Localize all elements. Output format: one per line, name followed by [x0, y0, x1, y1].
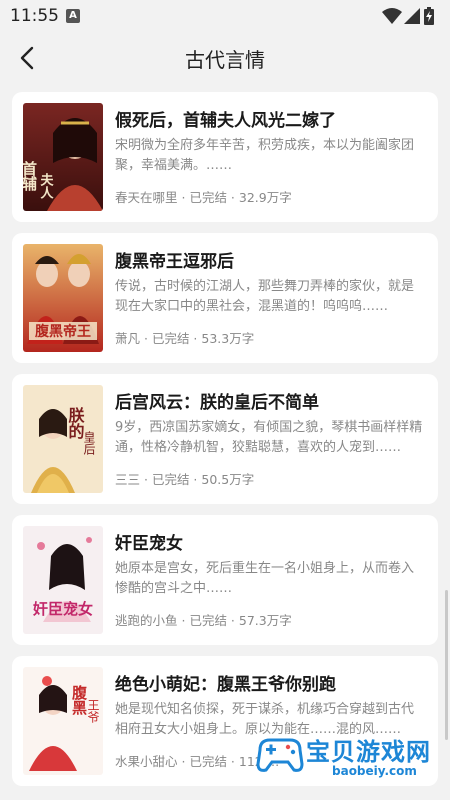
- book-description: 9岁，西凉国苏家嫡女，有倾国之貌，琴棋书画样样精通，性格冷静机智，狡黠聪慧，喜欢…: [115, 420, 423, 455]
- scrollbar[interactable]: [445, 590, 448, 740]
- book-cover: 朕的 皇后: [23, 385, 103, 493]
- book-card[interactable]: 奸臣宠女 奸臣宠女 她原本是宫女，死后重生在一名小姐身上，从而卷入惨酷的宫斗之中…: [12, 515, 438, 645]
- signal-icon: [404, 8, 420, 24]
- svg-text:皇后: 皇后: [82, 431, 96, 455]
- book-word-count: 32.9万字: [238, 190, 292, 205]
- book-author: 萧凡: [115, 331, 141, 346]
- book-meta: 逃跑的小鱼 · 已完结 · 57.3万字: [115, 613, 292, 628]
- watermark-text: 宝贝游戏网: [306, 738, 431, 766]
- book-status: 已完结: [151, 331, 190, 346]
- book-word-count: 53.3万字: [201, 331, 255, 346]
- book-description: 传说，古时候的江湖人，那些舞刀弄棒的家伙，就是现在大家口中的黑社会，混黑道的！呜…: [115, 279, 415, 314]
- book-title: 奸臣宠女: [115, 534, 183, 554]
- wifi-icon: [382, 8, 402, 24]
- book-word-count: 57.3万字: [238, 613, 292, 628]
- nav-bar: 古代言情: [0, 32, 450, 84]
- watermark-url: baobeiy.com: [332, 764, 417, 778]
- book-status: 已完结: [189, 613, 227, 628]
- status-bar: 11:55 A: [0, 0, 450, 32]
- book-cover: 奸臣宠女: [23, 526, 103, 634]
- book-description: 宋明微为全府多年辛苦，积劳成疾，本以为能阖家团聚，幸福美满。……: [115, 138, 415, 173]
- book-word-count: 50.5万字: [201, 472, 255, 487]
- book-title: 假死后，首辅夫人风光二嫁了: [115, 111, 336, 131]
- book-card[interactable]: 朕的 皇后 后宫风云：朕的皇后不简单 9岁，西凉国苏家嫡女，有倾国之貌，琴棋书画…: [12, 374, 438, 504]
- book-description: 她原本是宫女，死后重生在一名小姐身上，从而卷入惨酷的宫斗之中……: [115, 561, 415, 596]
- book-status: 已完结: [151, 472, 190, 487]
- book-meta: 三三 · 已完结 · 50.5万字: [115, 472, 255, 487]
- book-author: 三三: [115, 472, 141, 487]
- book-cover: 腹黑帝王: [23, 244, 103, 352]
- svg-text:夫人: 夫人: [38, 172, 54, 199]
- page-title: 古代言情: [185, 48, 265, 72]
- battery-icon: [424, 7, 434, 25]
- book-author: 春天在哪里: [115, 190, 178, 205]
- book-author: 水果小甜心: [115, 754, 178, 769]
- watermark: 宝贝游戏网 baobeiy.com: [254, 730, 444, 790]
- book-cover: 首辅 夫人: [23, 103, 103, 211]
- svg-text:腹黑帝王: 腹黑帝王: [35, 323, 91, 340]
- book-status: 已完结: [189, 190, 227, 205]
- book-meta: 萧凡 · 已完结 · 53.3万字: [115, 331, 255, 346]
- status-time: 11:55: [10, 6, 59, 26]
- book-card[interactable]: 首辅 夫人 假死后，首辅夫人风光二嫁了 宋明微为全府多年辛苦，积劳成疾，本以为能…: [12, 92, 438, 222]
- book-title: 绝色小萌妃：腹黑王爷你别跑: [115, 675, 336, 695]
- book-list[interactable]: 首辅 夫人 假死后，首辅夫人风光二嫁了 宋明微为全府多年辛苦，积劳成疾，本以为能…: [0, 84, 450, 800]
- svg-text:奸臣宠女: 奸臣宠女: [32, 600, 93, 618]
- book-card[interactable]: 腹黑帝王 腹黑帝王逗邪后 传说，古时候的江湖人，那些舞刀弄棒的家伙，就是现在大家…: [12, 233, 438, 363]
- notification-icon: A: [66, 9, 80, 23]
- svg-text:首辅: 首辅: [23, 160, 38, 192]
- book-meta: 春天在哪里 · 已完结 · 32.9万字: [115, 190, 292, 205]
- svg-text:王爷: 王爷: [86, 699, 100, 723]
- gamepad-icon: [256, 738, 304, 772]
- book-status: 已完结: [189, 754, 227, 769]
- status-icons: [382, 7, 438, 25]
- book-cover: 腹黑 王爷: [23, 667, 103, 775]
- book-author: 逃跑的小鱼: [115, 613, 178, 628]
- book-title: 腹黑帝王逗邪后: [115, 252, 234, 272]
- book-title: 后宫风云：朕的皇后不简单: [115, 393, 319, 413]
